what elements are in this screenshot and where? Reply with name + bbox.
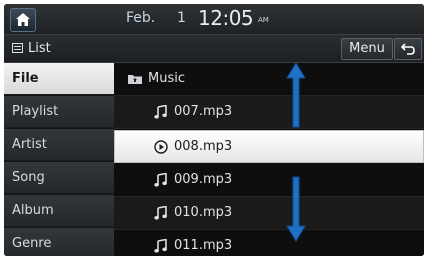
play-circle-icon bbox=[154, 140, 168, 154]
clock-time: 12:05 bbox=[198, 6, 254, 30]
home-icon bbox=[16, 13, 30, 26]
list-item[interactable]: 007.mp3 bbox=[114, 96, 424, 129]
list-item-label: 010.mp3 bbox=[174, 205, 233, 220]
file-list: Music 007.mp3 008.mp3 009.mp3 010.mp3 01… bbox=[114, 63, 424, 256]
list-item-folder[interactable]: Music bbox=[114, 63, 424, 96]
category-sidebar: File Playlist Artist Song Album Genre bbox=[4, 63, 114, 256]
head-unit-screen: Feb. 1 12:05 AM List Menu File Playlist … bbox=[4, 4, 424, 256]
clock-ampm: AM bbox=[258, 16, 269, 24]
tab-file[interactable]: File bbox=[4, 63, 114, 95]
date-day: 1 bbox=[177, 10, 186, 26]
list-item[interactable]: 011.mp3 bbox=[114, 230, 424, 256]
back-arrow-icon bbox=[401, 43, 415, 55]
list-item-label: 011.mp3 bbox=[174, 238, 233, 253]
list-icon bbox=[12, 43, 23, 53]
list-item-label: 007.mp3 bbox=[174, 104, 233, 119]
music-note-icon bbox=[154, 239, 167, 253]
list-item-label: 009.mp3 bbox=[174, 172, 233, 187]
list-item-label: Music bbox=[148, 71, 185, 86]
list-header: List Menu bbox=[4, 35, 424, 63]
status-bar: Feb. 1 12:05 AM bbox=[4, 4, 424, 35]
music-note-icon bbox=[154, 105, 167, 119]
back-button[interactable] bbox=[394, 38, 422, 60]
page-title: List bbox=[28, 41, 51, 56]
tab-playlist[interactable]: Playlist bbox=[4, 96, 114, 128]
music-note-icon bbox=[154, 173, 167, 187]
list-item-label: 008.mp3 bbox=[174, 139, 233, 154]
list-item[interactable]: 009.mp3 bbox=[114, 164, 424, 197]
tab-artist[interactable]: Artist bbox=[4, 129, 114, 161]
tab-genre[interactable]: Genre bbox=[4, 228, 114, 256]
scroll-up-arrow[interactable] bbox=[286, 62, 306, 128]
menu-button[interactable]: Menu bbox=[341, 38, 393, 60]
folder-icon bbox=[128, 75, 142, 84]
list-item[interactable]: 010.mp3 bbox=[114, 197, 424, 230]
scroll-down-arrow[interactable] bbox=[286, 176, 306, 242]
date-month: Feb. bbox=[126, 10, 156, 26]
tab-song[interactable]: Song bbox=[4, 162, 114, 194]
music-note-icon bbox=[154, 206, 167, 220]
list-item-selected[interactable]: 008.mp3 bbox=[114, 130, 424, 163]
home-button[interactable] bbox=[10, 8, 36, 32]
tab-album[interactable]: Album bbox=[4, 195, 114, 227]
